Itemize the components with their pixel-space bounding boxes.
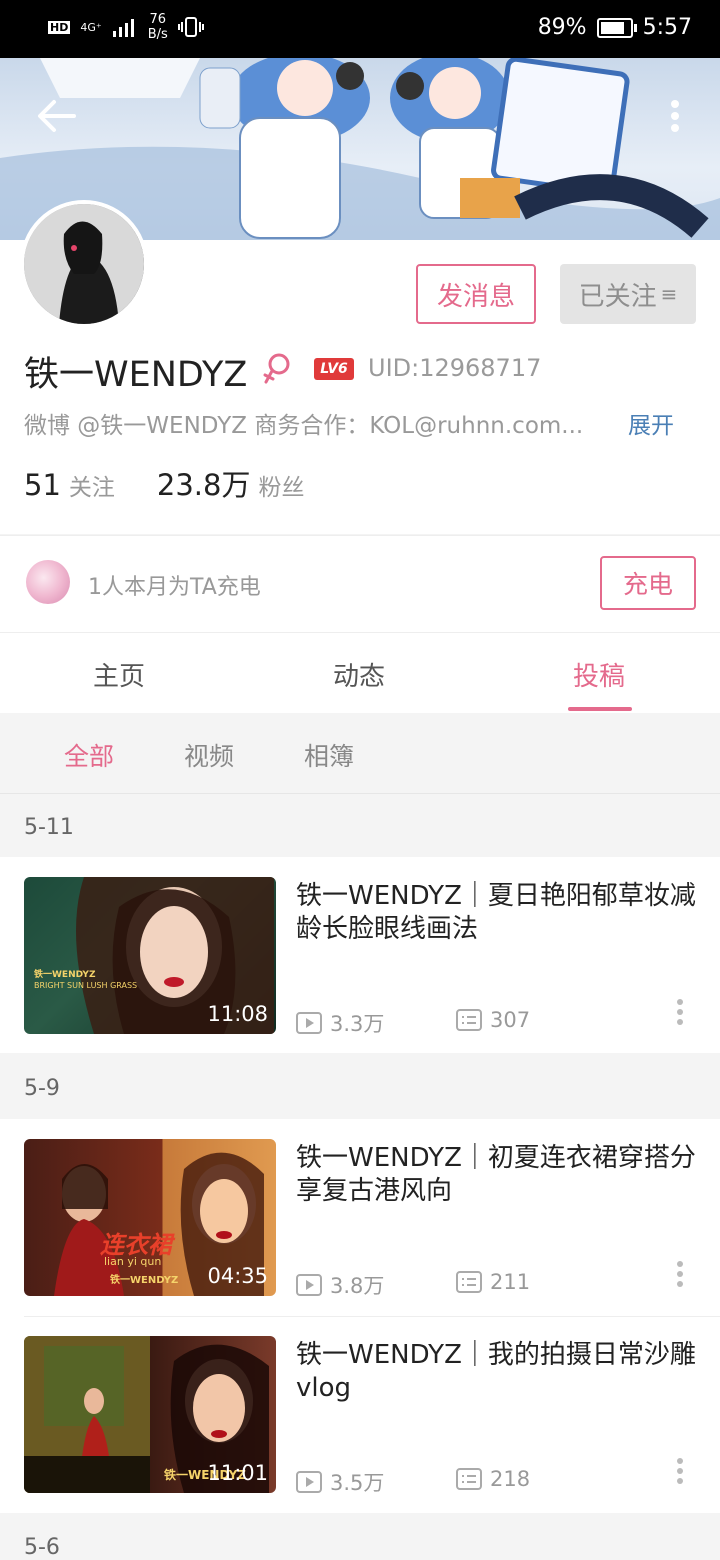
video-thumbnail[interactable]: 连衣裙 lian yi qun 铁一WENDYZ 04:35 xyxy=(24,1139,276,1296)
subtab-all[interactable]: 全部 xyxy=(64,737,114,773)
comment-icon xyxy=(456,1271,482,1293)
hd-indicator: HD xyxy=(48,20,71,34)
profile-stats: 51 关注 23.8万 粉丝 xyxy=(24,462,304,504)
vibrate-icon xyxy=(177,17,204,37)
net-speed-unit: B/s xyxy=(147,27,168,42)
tab-submissions[interactable]: 投稿 xyxy=(573,656,625,693)
thumb-brand: 铁一WENDYZ xyxy=(110,1275,179,1286)
video-title[interactable]: 铁一WENDYZ｜夏日艳阳郁草妆减龄长脸眼线画法 xyxy=(296,880,696,946)
user-name: 铁一WENDYZ xyxy=(24,355,248,395)
thumb-brand: 铁一WENDYZ xyxy=(34,970,96,980)
thumb-pinyin: lian yi qun xyxy=(104,1255,162,1268)
subtab-video[interactable]: 视频 xyxy=(184,737,234,773)
video-more-button[interactable] xyxy=(670,1260,690,1290)
video-more-button[interactable] xyxy=(670,998,690,1028)
network-type: 4G⁺ xyxy=(80,20,102,34)
comments-count: 211 xyxy=(490,1270,531,1294)
thumb-caption-line2: LUSH GRASS xyxy=(86,981,138,990)
video-comments: 211 xyxy=(456,1270,530,1294)
video-duration: 04:35 xyxy=(207,1264,268,1288)
subtab-album[interactable]: 相簿 xyxy=(304,737,354,773)
signal-icon xyxy=(112,19,134,37)
views-count: 3.8万 xyxy=(330,1274,385,1298)
clock: 5:57 xyxy=(642,15,692,40)
status-left: HD 4G⁺ 76 B/s xyxy=(48,12,204,42)
video-duration: 11:01 xyxy=(207,1461,268,1485)
comments-count: 307 xyxy=(490,1008,531,1032)
play-count-icon xyxy=(296,1471,322,1493)
video-thumbnail[interactable]: 铁一WENDYZ 11:01 xyxy=(24,1336,276,1493)
send-message-button[interactable]: 发消息 xyxy=(416,264,536,324)
thumb-caption: BRIGHT SUN LUSH GRASS xyxy=(34,981,137,990)
play-count-icon xyxy=(296,1012,322,1034)
expand-bio-link[interactable]: 展开 xyxy=(628,406,674,440)
video-title[interactable]: 铁一WENDYZ｜初夏连衣裙穿搭分享复古港风向 xyxy=(296,1142,696,1208)
video-title[interactable]: 铁一WENDYZ｜我的拍摄日常沙雕vlog xyxy=(296,1339,696,1405)
date-header: 5-11 xyxy=(24,815,74,840)
charge-button[interactable]: 充电 xyxy=(600,556,696,610)
video-comments: 218 xyxy=(456,1467,530,1491)
video-views: 3.5万 xyxy=(296,1467,384,1497)
menu-lines-icon: ≡ xyxy=(660,282,678,306)
tab-dynamic[interactable]: 动态 xyxy=(333,656,385,693)
video-views: 3.3万 xyxy=(296,1008,384,1038)
following-count[interactable]: 51 xyxy=(24,468,61,502)
back-button[interactable] xyxy=(34,96,80,136)
battery-percent: 89% xyxy=(537,15,587,40)
net-speed-value: 76 xyxy=(149,12,166,27)
battery-fill xyxy=(600,21,624,34)
net-speed: 76 B/s xyxy=(148,12,168,42)
views-count: 3.3万 xyxy=(330,1012,385,1036)
fans-count[interactable]: 23.8万 xyxy=(157,462,251,504)
video-thumbnail[interactable]: 铁一WENDYZ BRIGHT SUN LUSH GRASS 11:08 xyxy=(24,877,276,1034)
status-bar: HD 4G⁺ 76 B/s 89% 5:57 xyxy=(0,0,720,58)
list-divider xyxy=(24,1316,720,1317)
comment-icon xyxy=(456,1009,482,1031)
video-comments: 307 xyxy=(456,1008,530,1032)
video-more-button[interactable] xyxy=(670,1457,690,1487)
status-right: 89% 5:57 xyxy=(538,15,692,40)
more-options-button[interactable] xyxy=(660,96,690,136)
avatar[interactable] xyxy=(20,200,148,328)
date-header: 5-9 xyxy=(24,1076,60,1101)
followed-label: 已关注 xyxy=(578,281,657,312)
following-label[interactable]: 关注 xyxy=(69,468,115,502)
video-views: 3.8万 xyxy=(296,1270,384,1300)
views-count: 3.5万 xyxy=(330,1471,385,1495)
avatar-image xyxy=(24,204,144,324)
comment-icon xyxy=(456,1468,482,1490)
thumb-caption-line1: BRIGHT SUN xyxy=(34,981,84,990)
more-vertical-icon xyxy=(677,1261,683,1287)
charge-text: 1人本月为TA充电 xyxy=(88,575,261,600)
battery-icon xyxy=(596,17,637,38)
user-uid: UID:12968717 xyxy=(368,354,542,382)
play-count-icon xyxy=(296,1274,322,1296)
video-duration: 11:08 xyxy=(207,1002,268,1026)
supporter-avatar[interactable] xyxy=(26,560,70,604)
more-vertical-icon xyxy=(677,999,683,1025)
arrow-left-icon xyxy=(38,100,76,132)
more-vertical-icon xyxy=(671,100,679,132)
fans-label[interactable]: 粉丝 xyxy=(258,468,304,502)
level-badge: LV6 xyxy=(314,358,354,380)
more-vertical-icon xyxy=(677,1458,683,1484)
followed-button[interactable]: 已关注 ≡ xyxy=(560,264,696,324)
date-header: 5-6 xyxy=(24,1535,60,1560)
active-tab-indicator xyxy=(568,707,632,711)
user-bio: 微博 @铁一WENDYZ 商务合作：KOL@ruhnn.com... xyxy=(24,413,584,439)
comments-count: 218 xyxy=(490,1467,531,1491)
tab-home[interactable]: 主页 xyxy=(93,656,145,693)
female-icon xyxy=(262,352,294,386)
